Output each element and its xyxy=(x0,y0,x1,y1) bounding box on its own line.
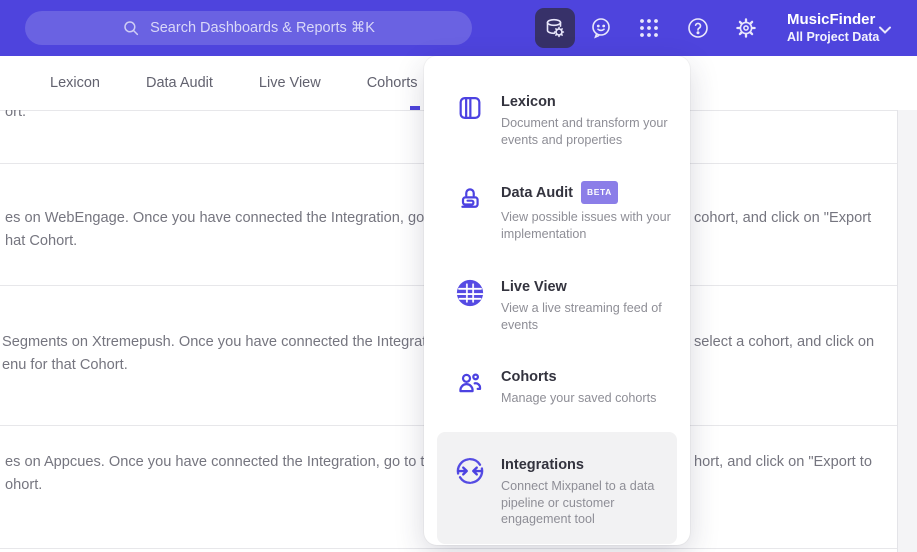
lock-icon xyxy=(455,183,485,213)
question-circle-icon xyxy=(686,16,710,40)
search-placeholder: Search Dashboards & Reports ⌘K xyxy=(150,20,375,36)
content-text-fragment: cohort, and click on "Export xyxy=(694,210,872,226)
content-text-fragment: hat Cohort. xyxy=(5,233,78,249)
menu-item-description: View possible issues with your implement… xyxy=(501,210,671,241)
app-root: ort. es on WebEngage. Once you have conn… xyxy=(0,0,917,552)
menu-item-integrations[interactable]: Integrations Connect Mixpanel to a data … xyxy=(437,432,677,544)
menu-item-description: Manage your saved cohorts xyxy=(501,391,657,405)
content-text-fragment: ohort. xyxy=(5,477,43,493)
menu-item-data-audit[interactable]: Data Audit BETA View possible issues with… xyxy=(437,171,677,254)
content-text-fragment: es on Appcues. Once you have connected t… xyxy=(5,454,457,470)
content-text-fragment: Segments on Xtremepush. Once you have co… xyxy=(2,334,450,350)
settings-button[interactable] xyxy=(734,16,758,40)
menu-item-description: Connect Mixpanel to a data pipeline or c… xyxy=(501,479,655,526)
menu-item-title: Lexicon xyxy=(501,94,556,110)
tab-data-audit[interactable]: Data Audit xyxy=(146,75,213,91)
smiley-bubble-icon xyxy=(589,16,613,40)
grid-dots-icon xyxy=(637,16,661,40)
gear-icon xyxy=(734,16,758,40)
content-text-fragment: enu for that Cohort. xyxy=(2,357,128,373)
feedback-button[interactable] xyxy=(589,16,613,40)
content-text-fragment: hort, and click on "Export to xyxy=(694,454,872,470)
active-tab-underline xyxy=(410,106,420,110)
help-button[interactable] xyxy=(686,16,710,40)
top-header: Search Dashboards & Reports ⌘K MusicFind… xyxy=(0,0,917,56)
data-management-button[interactable] xyxy=(535,8,575,48)
apps-grid-button[interactable] xyxy=(637,16,661,40)
tab-live-view[interactable]: Live View xyxy=(259,75,321,91)
scrollbar-track[interactable] xyxy=(897,110,917,552)
project-name: MusicFinder xyxy=(787,11,876,28)
book-icon xyxy=(455,93,485,123)
tab-lexicon[interactable]: Lexicon xyxy=(50,75,100,91)
menu-item-title: Data Audit BETA xyxy=(501,181,673,206)
content-text-fragment: es on WebEngage. Once you have connected… xyxy=(5,210,465,226)
menu-item-live-view[interactable]: Live View View a live streaming feed of … xyxy=(437,266,677,345)
menu-item-lexicon[interactable]: Lexicon Document and transform your even… xyxy=(437,81,677,160)
globe-icon xyxy=(455,278,485,308)
chevron-down-icon[interactable] xyxy=(878,22,892,40)
tab-cohorts[interactable]: Cohorts xyxy=(367,75,418,91)
search-input[interactable]: Search Dashboards & Reports ⌘K xyxy=(25,11,472,45)
beta-badge: BETA xyxy=(580,181,618,204)
menu-item-description: Document and transform your events and p… xyxy=(501,116,668,147)
project-scope: All Project Data xyxy=(787,30,880,44)
people-icon xyxy=(455,368,485,398)
row-divider xyxy=(0,548,897,549)
search-icon xyxy=(122,19,140,37)
content-text-fragment: select a cohort, and click on xyxy=(694,334,875,350)
menu-item-title: Integrations xyxy=(501,457,584,473)
integrations-icon xyxy=(455,456,485,486)
menu-item-cohorts[interactable]: Cohorts Manage your saved cohorts xyxy=(437,356,677,419)
data-management-dropdown: Lexicon Document and transform your even… xyxy=(424,56,690,545)
project-selector[interactable]: MusicFinder All Project Data xyxy=(787,11,879,45)
menu-item-title: Cohorts xyxy=(501,369,557,385)
menu-item-title: Live View xyxy=(501,279,567,295)
database-gear-icon xyxy=(543,16,567,40)
menu-item-description: View a live streaming feed of events xyxy=(501,301,662,332)
